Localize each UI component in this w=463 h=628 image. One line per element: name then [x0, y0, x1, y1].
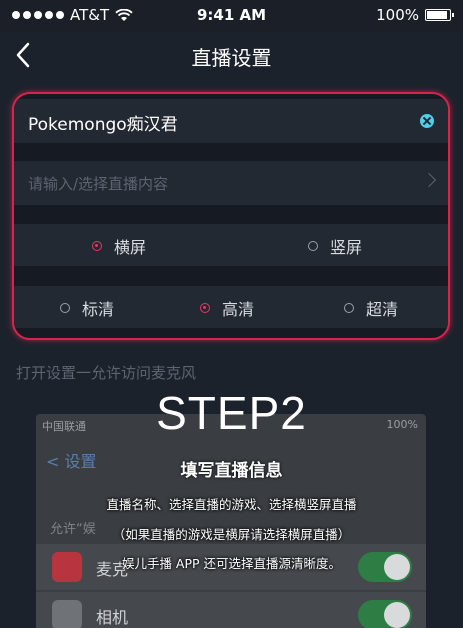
quality-options: 标清 高清 超清 — [14, 286, 448, 328]
camera-toggle — [358, 600, 412, 628]
microphone-hint: 打开设置一允许访问麦克风 — [16, 364, 197, 382]
step-description-line: 直播名称、选择直播的游戏、选择横竖屏直播 — [106, 497, 357, 512]
step-title: STEP2 — [156, 387, 307, 439]
quality-option-hd[interactable]: 高清 — [200, 296, 254, 320]
step-description-line: （如果直播的游戏是横屏请选择横屏直播） — [112, 527, 351, 542]
radio-selected-icon[interactable] — [200, 303, 210, 313]
stream-name-field[interactable]: Pokemongo痴汉君 — [14, 99, 448, 143]
radio-icon[interactable] — [60, 303, 70, 313]
quality-option-uhd[interactable]: 超清 — [344, 296, 398, 320]
step-description-line: 娱儿手播 APP 还可选择直播源清晰度。 — [121, 556, 342, 571]
status-right: 100% — [376, 6, 454, 24]
nav-bar: 直播设置 — [0, 32, 463, 80]
settings-row-label: 相机 — [96, 608, 129, 627]
orientation-options: 横屏 竖屏 — [14, 224, 448, 266]
orientation-option-landscape[interactable]: 横屏 — [92, 234, 146, 258]
chevron-right-icon — [421, 172, 437, 188]
orientation-label: 竖屏 — [330, 238, 363, 257]
stream-name-value[interactable]: Pokemongo痴汉君 — [28, 110, 178, 135]
orientation-option-portrait[interactable]: 竖屏 — [308, 234, 362, 258]
radio-selected-icon[interactable] — [92, 241, 102, 251]
settings-screenshot: 中国联通 100% < 设置 允许“娱 麦克 相机 — [36, 414, 426, 628]
status-bar: AT&T 9:41 AM 100% — [0, 0, 463, 32]
settings-row-camera: 相机 — [36, 592, 426, 628]
quality-option-sd[interactable]: 标清 — [60, 296, 114, 320]
step-headline: 填写直播信息 — [180, 461, 283, 481]
quality-label: 高清 — [222, 300, 255, 319]
live-settings-panel: Pokemongo痴汉君 请输入/选择直播内容 横屏 竖屏 标清 高清 超清 — [12, 92, 450, 340]
camera-icon — [52, 600, 82, 628]
page-title: 直播设置 — [191, 46, 272, 70]
orientation-label: 横屏 — [114, 238, 147, 257]
clear-icon[interactable] — [420, 114, 434, 128]
battery-icon — [425, 9, 454, 21]
battery-percent: 100% — [376, 6, 419, 24]
quality-label: 超清 — [366, 300, 399, 319]
quality-label: 标清 — [82, 300, 115, 319]
radio-icon[interactable] — [344, 303, 354, 313]
radio-icon[interactable] — [308, 241, 318, 251]
content-placeholder[interactable]: 请输入/选择直播内容 — [28, 173, 168, 194]
content-select-field[interactable]: 请输入/选择直播内容 — [14, 161, 448, 205]
